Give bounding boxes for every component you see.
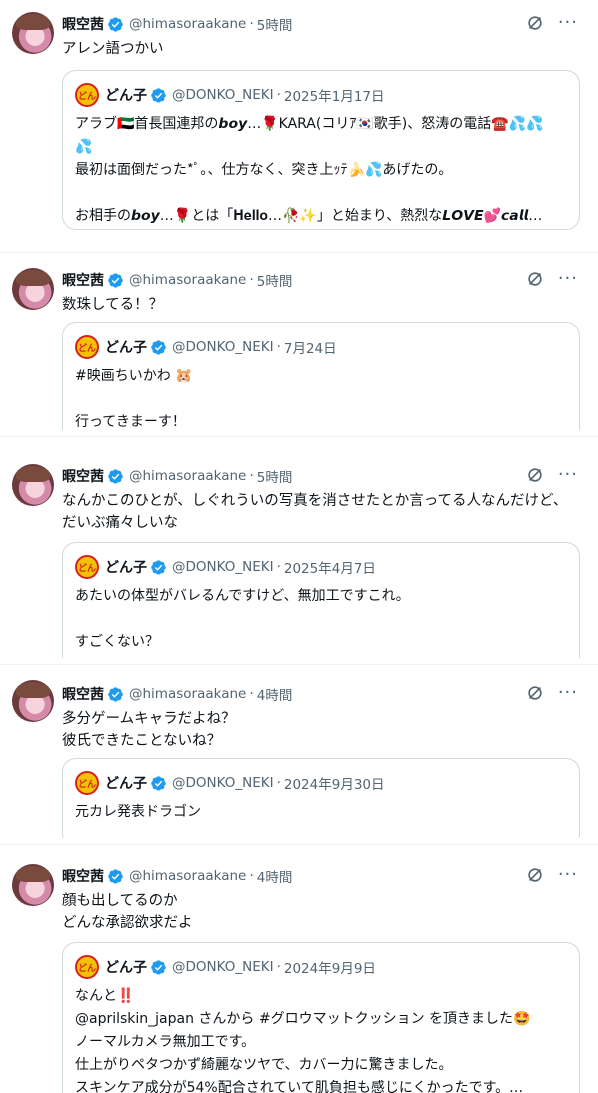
author-handle[interactable]: @himasoraakane — [129, 868, 246, 884]
quote-date: 2025年1月17日 — [283, 89, 385, 105]
post-time[interactable]: 5時間 — [257, 466, 293, 486]
separator-dot: · — [276, 559, 281, 575]
author-handle[interactable]: @himasoraakane — [129, 686, 246, 702]
more-icon[interactable]: ··· — [558, 14, 578, 32]
avatar[interactable] — [12, 864, 54, 906]
divider — [0, 436, 598, 437]
separator-dot: · — [276, 87, 281, 103]
quote-avatar: どん — [75, 83, 99, 107]
post-time[interactable]: 5時間 — [257, 270, 293, 290]
quote-author-name: どん子 — [105, 88, 147, 104]
quoted-post[interactable]: どん どん子 @DONKO_NEKI · 2025年4月7日 あたいの体型がバレ… — [62, 542, 580, 658]
separator-dot: · — [249, 868, 254, 884]
quote-author-name: どん子 — [105, 560, 147, 576]
verified-badge-icon — [150, 559, 167, 576]
more-icon[interactable]: ··· — [558, 684, 578, 702]
author-handle[interactable]: @himasoraakane — [129, 272, 246, 288]
quote-author-name: どん子 — [105, 340, 147, 356]
author-name[interactable]: 暇空茜 — [62, 14, 104, 34]
quote-author-handle: @DONKO_NEKI — [172, 339, 274, 355]
grok-icon[interactable] — [526, 466, 544, 484]
post-text: 多分ゲームキャラだよね？ 彼氏できたことないね？ — [62, 711, 236, 749]
divider — [0, 844, 598, 845]
quoted-post[interactable]: どん どん子 @DONKO_NEKI · 2024年9月30日 元カレ発表ドラゴ… — [62, 758, 580, 838]
post-text: 顔も出してるのか どんな承認欲求だよ — [62, 893, 193, 931]
verified-badge-icon — [107, 686, 124, 703]
divider — [0, 664, 598, 665]
quote-avatar: どん — [75, 555, 99, 579]
grok-icon[interactable] — [526, 684, 544, 702]
quote-author-handle: @DONKO_NEKI — [172, 87, 274, 103]
more-icon[interactable]: ··· — [558, 270, 578, 288]
post[interactable]: 暇空茜 @himasoraakane · 5時間 ··· アレン語つかい どん … — [0, 0, 598, 246]
quoted-post[interactable]: どん どん子 @DONKO_NEKI · 2025年1月17日 アラブ🇦🇪首長国… — [62, 70, 580, 230]
separator-dot: · — [249, 272, 254, 288]
verified-badge-icon — [150, 87, 167, 104]
quote-avatar: どん — [75, 335, 99, 359]
post[interactable]: 暇空茜 @himasoraakane · 4時間 ··· 多分ゲームキャラだよね… — [0, 670, 598, 838]
quote-text: あたいの体型がバレるんですけど、無加工ですこれ。 すごくない？ — [75, 588, 410, 650]
avatar[interactable] — [12, 12, 54, 54]
post-time[interactable]: 4時間 — [257, 684, 293, 704]
quote-date: 7月24日 — [283, 341, 337, 357]
verified-badge-icon — [150, 959, 167, 976]
grok-icon[interactable] — [526, 14, 544, 32]
quote-author-name: どん子 — [105, 960, 147, 976]
grok-icon[interactable] — [526, 270, 544, 288]
more-icon[interactable]: ··· — [558, 466, 578, 484]
quoted-post[interactable]: どん どん子 @DONKO_NEKI · 2024年9月9日 なんと‼️ @ap… — [62, 942, 580, 1093]
post[interactable]: 暇空茜 @himasoraakane · 5時間 ··· なんかこのひとが、しぐ… — [0, 452, 598, 658]
avatar[interactable] — [12, 268, 54, 310]
author-name[interactable]: 暇空茜 — [62, 270, 104, 290]
verified-badge-icon — [107, 868, 124, 885]
post-time[interactable]: 4時間 — [257, 866, 293, 886]
verified-badge-icon — [107, 468, 124, 485]
post[interactable]: 暇空茜 @himasoraakane · 5時間 ··· 数珠してる！？ どん … — [0, 256, 598, 430]
author-handle[interactable]: @himasoraakane — [129, 468, 246, 484]
verified-badge-icon — [107, 272, 124, 289]
post[interactable]: 暇空茜 @himasoraakane · 4時間 ··· 顔も出してるのか どん… — [0, 852, 598, 1093]
quote-author-handle: @DONKO_NEKI — [172, 559, 274, 575]
post-text: なんかこのひとが、しぐれういの写真を消させたとか言ってる人なんだけど、だいぶ痛々… — [62, 493, 568, 531]
quote-author-handle: @DONKO_NEKI — [172, 959, 274, 975]
separator-dot: · — [276, 959, 281, 975]
quote-text: なんと‼️ @aprilskin_japan さんから #グロウマットクッション… — [75, 988, 531, 1093]
author-name[interactable]: 暇空茜 — [62, 466, 104, 486]
verified-badge-icon — [150, 775, 167, 792]
grok-icon[interactable] — [526, 866, 544, 884]
quote-avatar: どん — [75, 955, 99, 979]
quote-avatar: どん — [75, 771, 99, 795]
quoted-post[interactable]: どん どん子 @DONKO_NEKI · 7月24日 #映画ちいかわ 🐹 行って… — [62, 322, 580, 430]
author-name[interactable]: 暇空茜 — [62, 684, 104, 704]
quote-author-handle: @DONKO_NEKI — [172, 775, 274, 791]
quote-text: 元カレ発表ドラゴン — [75, 804, 201, 820]
post-text: アレン語つかい — [62, 41, 164, 57]
divider — [0, 252, 598, 253]
quote-text: アラブ🇦🇪首長国連邦の𝙗𝙤𝙮…🌹KARA(コリｱ🇰🇷歌手)、怒涛の電話☎️💦💦 … — [75, 116, 544, 224]
separator-dot: · — [249, 468, 254, 484]
quote-text: #映画ちいかわ 🐹 行ってきまーす！ — [75, 368, 193, 430]
post-text: 数珠してる！？ — [62, 297, 164, 313]
post-time[interactable]: 5時間 — [257, 14, 293, 34]
quote-date: 2024年9月30日 — [283, 777, 385, 793]
quote-author-name: どん子 — [105, 776, 147, 792]
quote-date: 2025年4月7日 — [283, 561, 376, 577]
avatar[interactable] — [12, 680, 54, 722]
verified-badge-icon — [150, 339, 167, 356]
separator-dot: · — [249, 686, 254, 702]
separator-dot: · — [276, 339, 281, 355]
author-handle[interactable]: @himasoraakane — [129, 16, 246, 32]
more-icon[interactable]: ··· — [558, 866, 578, 884]
avatar[interactable] — [12, 464, 54, 506]
quote-date: 2024年9月9日 — [283, 961, 376, 977]
author-name[interactable]: 暇空茜 — [62, 866, 104, 886]
verified-badge-icon — [107, 16, 124, 33]
separator-dot: · — [249, 16, 254, 32]
separator-dot: · — [276, 775, 281, 791]
